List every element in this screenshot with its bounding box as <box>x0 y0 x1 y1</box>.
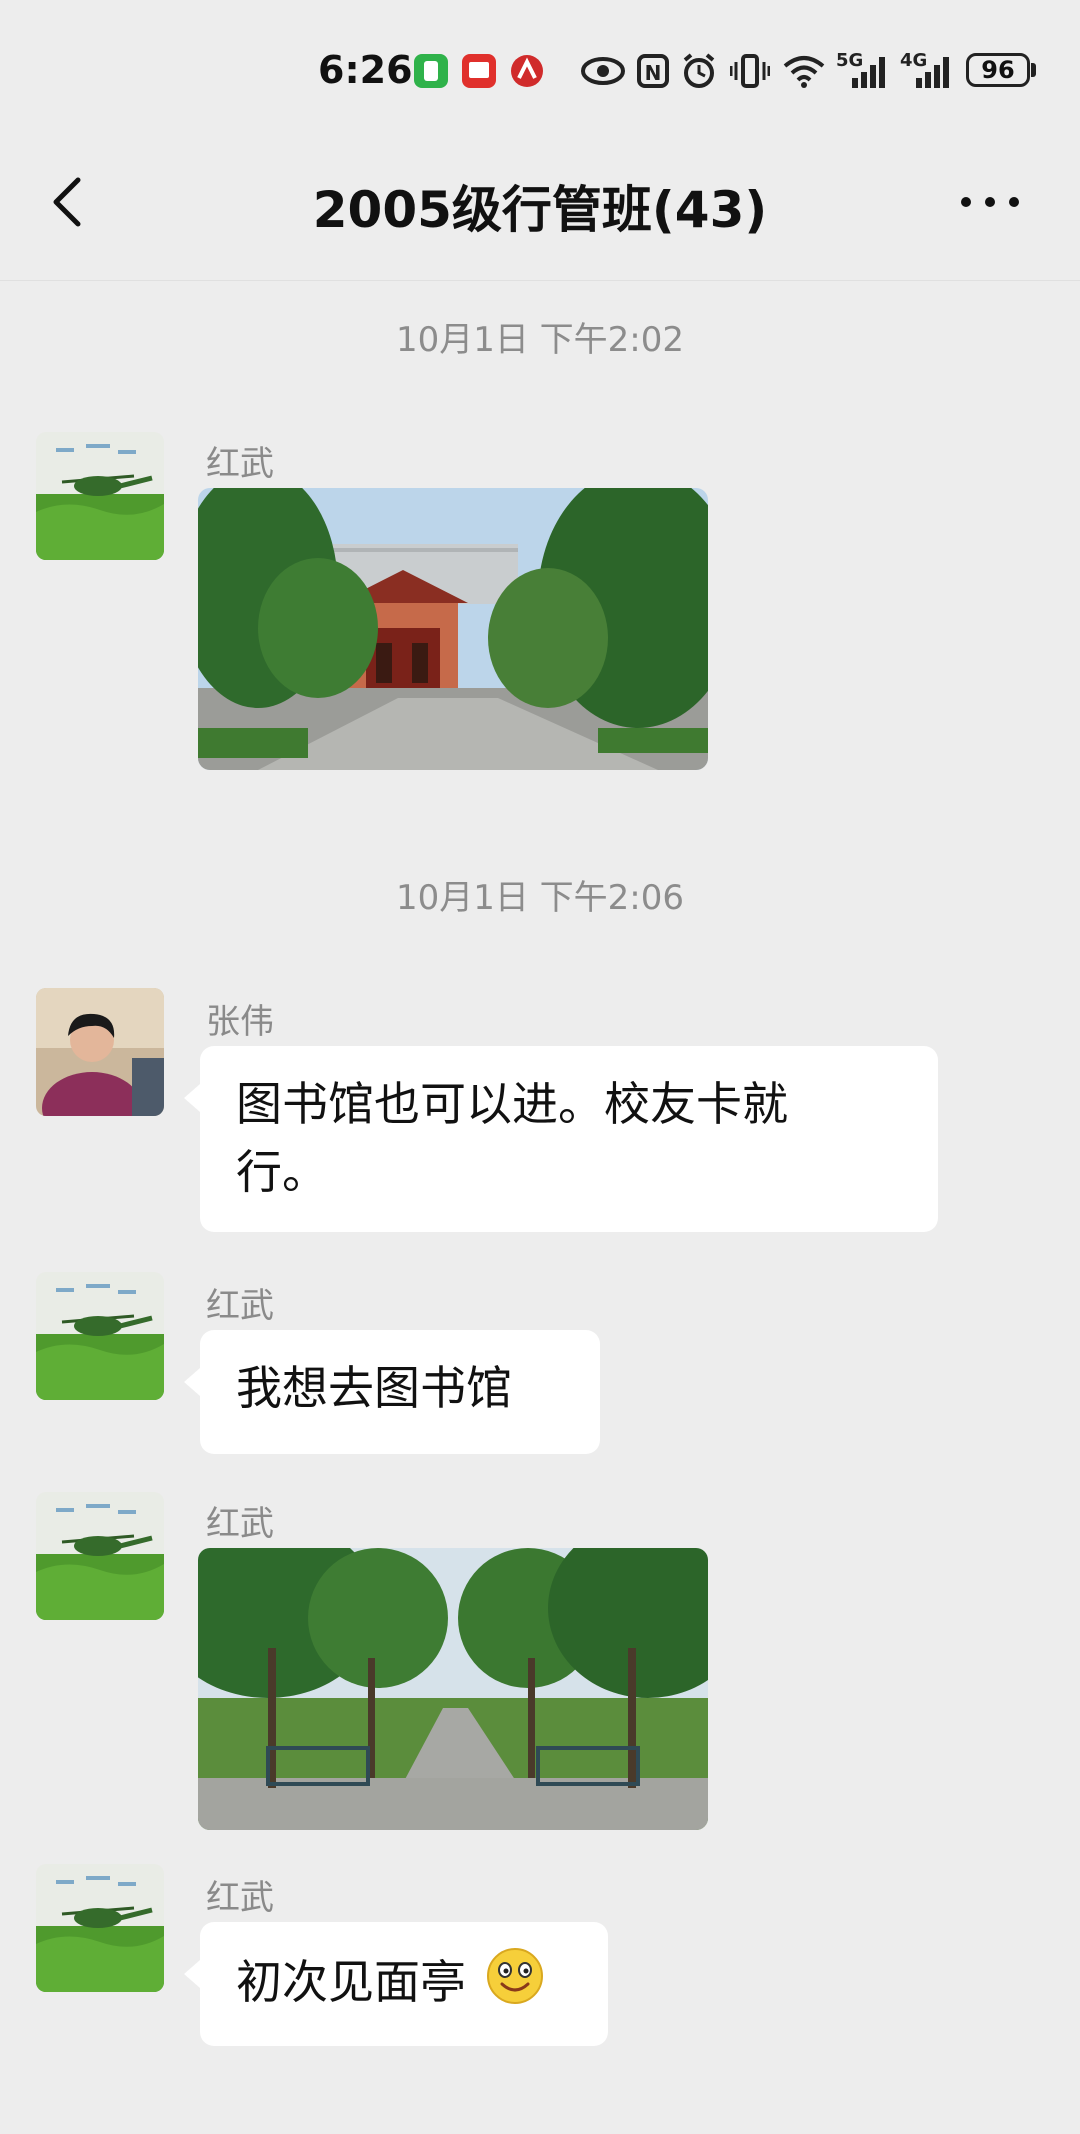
eye-icon <box>581 57 625 85</box>
sender-name: 红武 <box>206 1286 274 1326</box>
message-text: 初次见面亭 <box>236 1955 466 2009</box>
chat-header: 2005级行管班(43) <box>0 130 1080 281</box>
message-bubble[interactable]: 初次见面亭 <box>184 1922 608 2046</box>
message-text: 我想去图书馆 <box>236 1361 512 1415</box>
helicopter-avatar-icon <box>36 1864 164 1992</box>
helicopter-avatar-icon <box>36 1272 164 1400</box>
avatar[interactable] <box>36 1492 164 1620</box>
battery-tip <box>1031 63 1036 77</box>
image-message-garden-path[interactable] <box>198 1548 708 1830</box>
garden-path-photo <box>198 1548 708 1830</box>
vibrate-icon <box>730 54 770 88</box>
sender-name: 红武 <box>206 444 274 484</box>
wifi-icon <box>783 56 825 88</box>
avatar[interactable] <box>36 988 164 1116</box>
signal-icon-2 <box>916 57 949 88</box>
smile-emoji-icon <box>486 1948 543 2004</box>
message-timestamp: 10月1日 下午2:02 <box>395 320 685 360</box>
alarm-icon <box>683 53 715 88</box>
message-bubble[interactable]: 我想去图书馆 <box>184 1330 600 1454</box>
person-avatar-icon <box>36 988 164 1116</box>
helicopter-avatar-icon <box>36 432 164 560</box>
library-photo <box>198 488 708 770</box>
message-bubble[interactable]: 图书馆也可以进。校友卡就 行。 <box>184 1046 938 1232</box>
nfc-icon: N <box>637 54 669 88</box>
message-timestamp: 10月1日 下午2:06 <box>395 878 685 918</box>
sender-name: 红武 <box>206 1878 274 1918</box>
signal-icon <box>852 57 885 88</box>
image-message-library-building[interactable] <box>198 488 708 770</box>
status-bar: 6:26 N 5G 4G 96 <box>0 0 1080 130</box>
message-text-line-2: 行。 <box>236 1145 328 1199</box>
more-options-icon[interactable] <box>950 182 1030 222</box>
bank-app-icon <box>511 55 543 87</box>
avatar[interactable] <box>36 432 164 560</box>
sender-name: 张伟 <box>206 1002 274 1042</box>
avatar[interactable] <box>36 1864 164 1992</box>
red-app-icon <box>462 54 496 88</box>
helicopter-avatar-icon <box>36 1492 164 1620</box>
green-app-icon <box>414 54 448 88</box>
chat-title: 2005级行管班(43) <box>312 181 768 239</box>
message-text-line-1: 图书馆也可以进。校友卡就 <box>236 1077 788 1131</box>
status-time: 6:26 <box>318 48 413 92</box>
battery-icon: 96 <box>966 53 1030 87</box>
avatar[interactable] <box>36 1272 164 1400</box>
sender-name: 红武 <box>206 1504 274 1544</box>
svg-text:N: N <box>645 61 662 85</box>
